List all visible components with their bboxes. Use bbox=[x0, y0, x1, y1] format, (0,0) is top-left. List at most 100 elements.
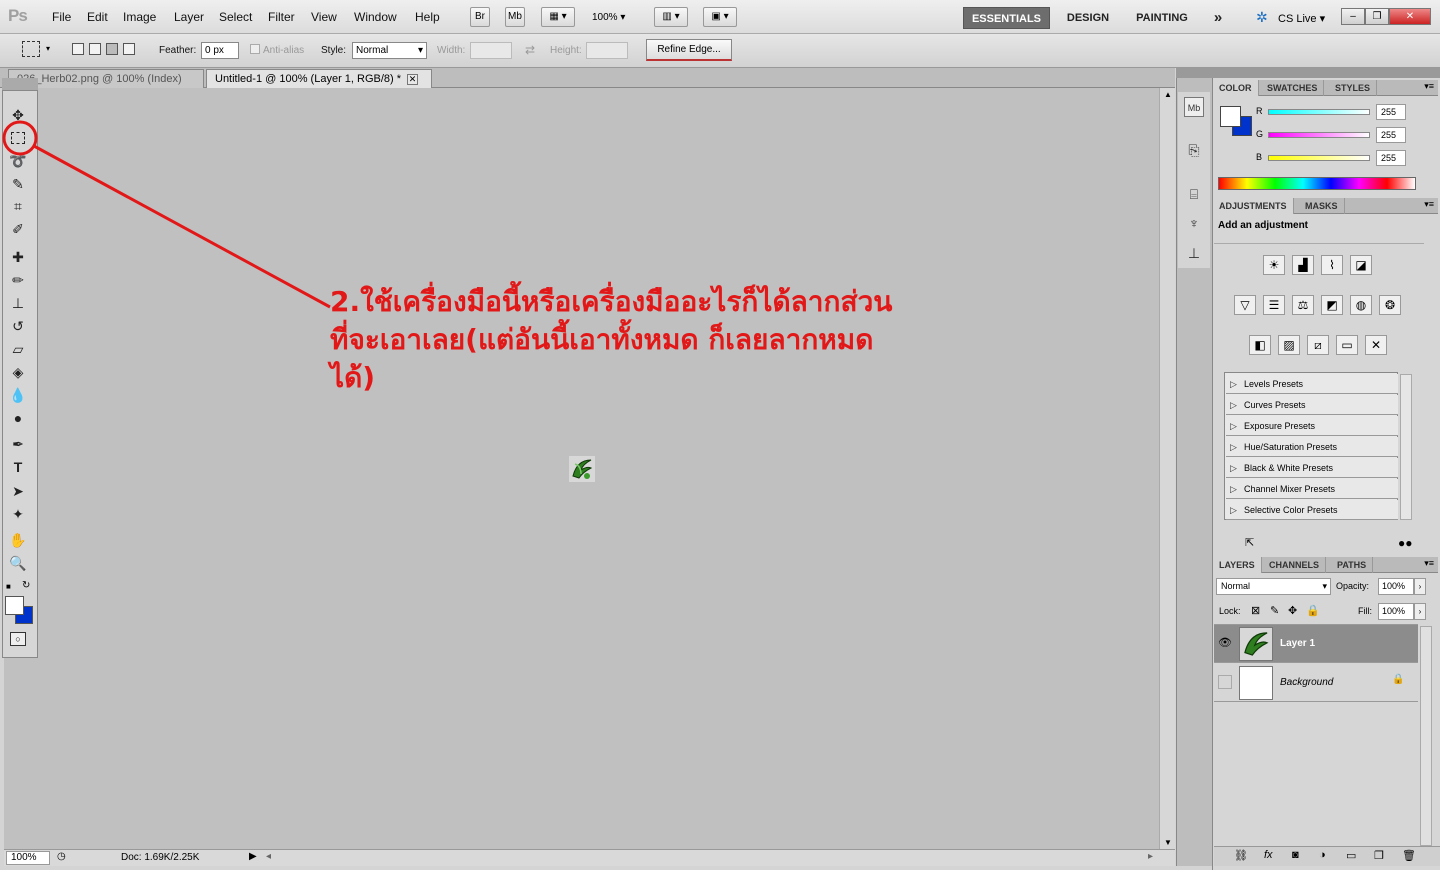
adjustment-layer-icon[interactable]: ◑ bbox=[1319, 849, 1326, 861]
tools-panel-header[interactable] bbox=[2, 78, 38, 90]
path-selection-tool-icon[interactable]: ➤ bbox=[8, 482, 28, 500]
new-group-icon[interactable]: ▭ bbox=[1346, 849, 1356, 862]
marquee-preset-icon[interactable] bbox=[22, 41, 40, 57]
preset-hue-saturation[interactable]: ▷ Hue/Saturation Presets bbox=[1226, 437, 1398, 457]
swap-colors-icon[interactable]: ↻ bbox=[22, 580, 30, 591]
close-icon[interactable]: ✕ bbox=[407, 73, 419, 85]
clip-to-layer-icon[interactable]: ●● bbox=[1398, 536, 1413, 550]
preset-curves[interactable]: ▷ Curves Presets bbox=[1226, 395, 1398, 415]
subtract-from-selection-icon[interactable] bbox=[106, 43, 118, 55]
dodge-tool-icon[interactable]: ● bbox=[8, 409, 28, 427]
lock-image-icon[interactable]: ✎ bbox=[1270, 604, 1279, 617]
status-zoom[interactable]: 100% bbox=[6, 851, 50, 865]
pen-tool-icon[interactable]: ✒ bbox=[8, 435, 28, 453]
minimize-button[interactable]: – bbox=[1341, 8, 1365, 25]
levels-icon[interactable]: ▟ bbox=[1292, 255, 1314, 275]
mini-bridge-button[interactable]: Mb bbox=[505, 7, 525, 27]
vertical-scrollbar[interactable]: ▲ ▼ bbox=[1159, 88, 1175, 849]
layer-name[interactable]: Layer 1 bbox=[1280, 638, 1315, 649]
lock-transparent-icon[interactable]: ⊠ bbox=[1251, 604, 1260, 617]
chevron-down-icon[interactable]: ▾ bbox=[46, 44, 50, 53]
type-tool-icon[interactable]: T bbox=[8, 458, 28, 476]
tab-color[interactable]: COLOR bbox=[1213, 80, 1259, 96]
width-input[interactable] bbox=[470, 42, 512, 59]
layer-name[interactable]: Background bbox=[1280, 677, 1333, 688]
tab-paths[interactable]: PATHS bbox=[1331, 557, 1374, 573]
menu-help[interactable]: Help bbox=[415, 10, 440, 24]
more-workspaces-button[interactable]: » bbox=[1206, 7, 1230, 29]
opacity-slider-arrow[interactable]: › bbox=[1414, 578, 1426, 595]
tab-untitled-document[interactable]: Untitled-1 @ 100% (Layer 1, RGB/8) * ✕ bbox=[206, 69, 432, 88]
return-to-list-icon[interactable]: ⇱ bbox=[1245, 536, 1254, 549]
tab-channels[interactable]: CHANNELS bbox=[1263, 557, 1327, 573]
dock-header[interactable] bbox=[1176, 68, 1440, 78]
black-white-icon[interactable]: ◩ bbox=[1321, 295, 1343, 315]
menu-layer[interactable]: Layer bbox=[174, 10, 204, 24]
status-menu-arrow[interactable]: ▶ bbox=[249, 851, 257, 862]
tab-styles[interactable]: STYLES bbox=[1329, 80, 1378, 96]
preset-selective-color[interactable]: ▷ Selective Color Presets bbox=[1226, 500, 1398, 520]
new-layer-icon[interactable]: ❐ bbox=[1374, 849, 1384, 862]
layers-scrollbar[interactable] bbox=[1420, 626, 1432, 846]
brightness-contrast-icon[interactable]: ☀ bbox=[1263, 255, 1285, 275]
restore-button[interactable]: ❐ bbox=[1365, 8, 1389, 25]
foreground-color-swatch[interactable] bbox=[5, 596, 24, 615]
trash-icon[interactable]: 🗑 bbox=[1402, 849, 1416, 862]
hue-saturation-icon[interactable]: ☰ bbox=[1263, 295, 1285, 315]
scroll-down-arrow[interactable]: ▼ bbox=[1164, 838, 1172, 847]
gradient-map-icon[interactable]: ▭ bbox=[1336, 335, 1358, 355]
zoom-tool-icon[interactable]: 🔍 bbox=[8, 554, 28, 572]
mini-bridge-icon[interactable]: Mb bbox=[1184, 97, 1204, 117]
blur-tool-icon[interactable]: 💧 bbox=[8, 386, 28, 404]
opacity-input[interactable]: 100% bbox=[1378, 578, 1414, 595]
fill-input[interactable]: 100% bbox=[1378, 603, 1414, 620]
scroll-right-arrow[interactable]: ▸ bbox=[1148, 851, 1153, 862]
tool-presets-icon[interactable]: ⊥ bbox=[1184, 243, 1204, 263]
exposure-icon[interactable]: ◪ bbox=[1350, 255, 1372, 275]
zoom-level-dropdown[interactable]: 100% ▾ bbox=[592, 12, 625, 23]
menu-filter[interactable]: Filter bbox=[268, 10, 295, 24]
default-colors-icon[interactable]: ■ bbox=[6, 582, 11, 591]
layer-style-icon[interactable]: fx bbox=[1264, 849, 1273, 861]
green-value[interactable]: 255 bbox=[1376, 127, 1406, 143]
blend-mode-select[interactable]: Normal ▾ bbox=[1216, 578, 1331, 595]
layer-row-background[interactable]: Background 🔒 bbox=[1214, 664, 1418, 702]
menu-window[interactable]: Window bbox=[354, 10, 397, 24]
color-balance-icon[interactable]: ⚖ bbox=[1292, 295, 1314, 315]
green-slider[interactable] bbox=[1268, 132, 1370, 138]
eye-icon[interactable]: 👁 bbox=[1218, 636, 1232, 649]
feather-input[interactable]: 0 px bbox=[201, 42, 239, 59]
red-value[interactable]: 255 bbox=[1376, 104, 1406, 120]
panel-menu-icon[interactable]: ▾≡ bbox=[1424, 81, 1434, 92]
link-layers-icon[interactable]: ⛓ bbox=[1234, 849, 1248, 862]
brush-presets-icon[interactable]: ⌸ bbox=[1184, 184, 1204, 204]
vibrance-icon[interactable]: ▽ bbox=[1234, 295, 1256, 315]
view-extras-button[interactable]: ▦ ▾ bbox=[541, 7, 575, 27]
color-ramp[interactable] bbox=[1218, 177, 1416, 190]
menu-edit[interactable]: Edit bbox=[87, 10, 108, 24]
curves-icon[interactable]: ⌇ bbox=[1321, 255, 1343, 275]
custom-shape-tool-icon[interactable]: ✦ bbox=[8, 505, 28, 523]
add-to-selection-icon[interactable] bbox=[89, 43, 101, 55]
lock-position-icon[interactable]: ✥ bbox=[1288, 604, 1297, 617]
preset-channel-mixer[interactable]: ▷ Channel Mixer Presets bbox=[1226, 479, 1398, 499]
channel-mixer-icon[interactable]: ❂ bbox=[1379, 295, 1401, 315]
height-input[interactable] bbox=[586, 42, 628, 59]
status-info-icon[interactable]: ◷ bbox=[57, 851, 66, 862]
preset-black-white[interactable]: ▷ Black & White Presets bbox=[1226, 458, 1398, 478]
close-window-button[interactable]: ✕ bbox=[1389, 8, 1431, 25]
cs-live-menu[interactable]: CS Live ▾ bbox=[1278, 12, 1325, 25]
paint-bucket-tool-icon[interactable]: ◈ bbox=[8, 363, 28, 381]
quick-mask-icon[interactable]: ○ bbox=[10, 632, 26, 646]
tab-adjustments[interactable]: ADJUSTMENTS bbox=[1213, 198, 1294, 214]
workspace-design[interactable]: DESIGN bbox=[1058, 7, 1118, 29]
intersect-selection-icon[interactable] bbox=[123, 43, 135, 55]
tab-swatches[interactable]: SWATCHES bbox=[1261, 80, 1325, 96]
menu-select[interactable]: Select bbox=[219, 10, 252, 24]
menu-view[interactable]: View bbox=[311, 10, 337, 24]
eraser-tool-icon[interactable]: ▱ bbox=[8, 340, 28, 358]
tab-masks[interactable]: MASKS bbox=[1299, 198, 1345, 214]
lock-all-icon[interactable]: 🔒 bbox=[1306, 604, 1320, 617]
menu-file[interactable]: File bbox=[52, 10, 71, 24]
threshold-icon[interactable]: ⧄ bbox=[1307, 335, 1329, 355]
